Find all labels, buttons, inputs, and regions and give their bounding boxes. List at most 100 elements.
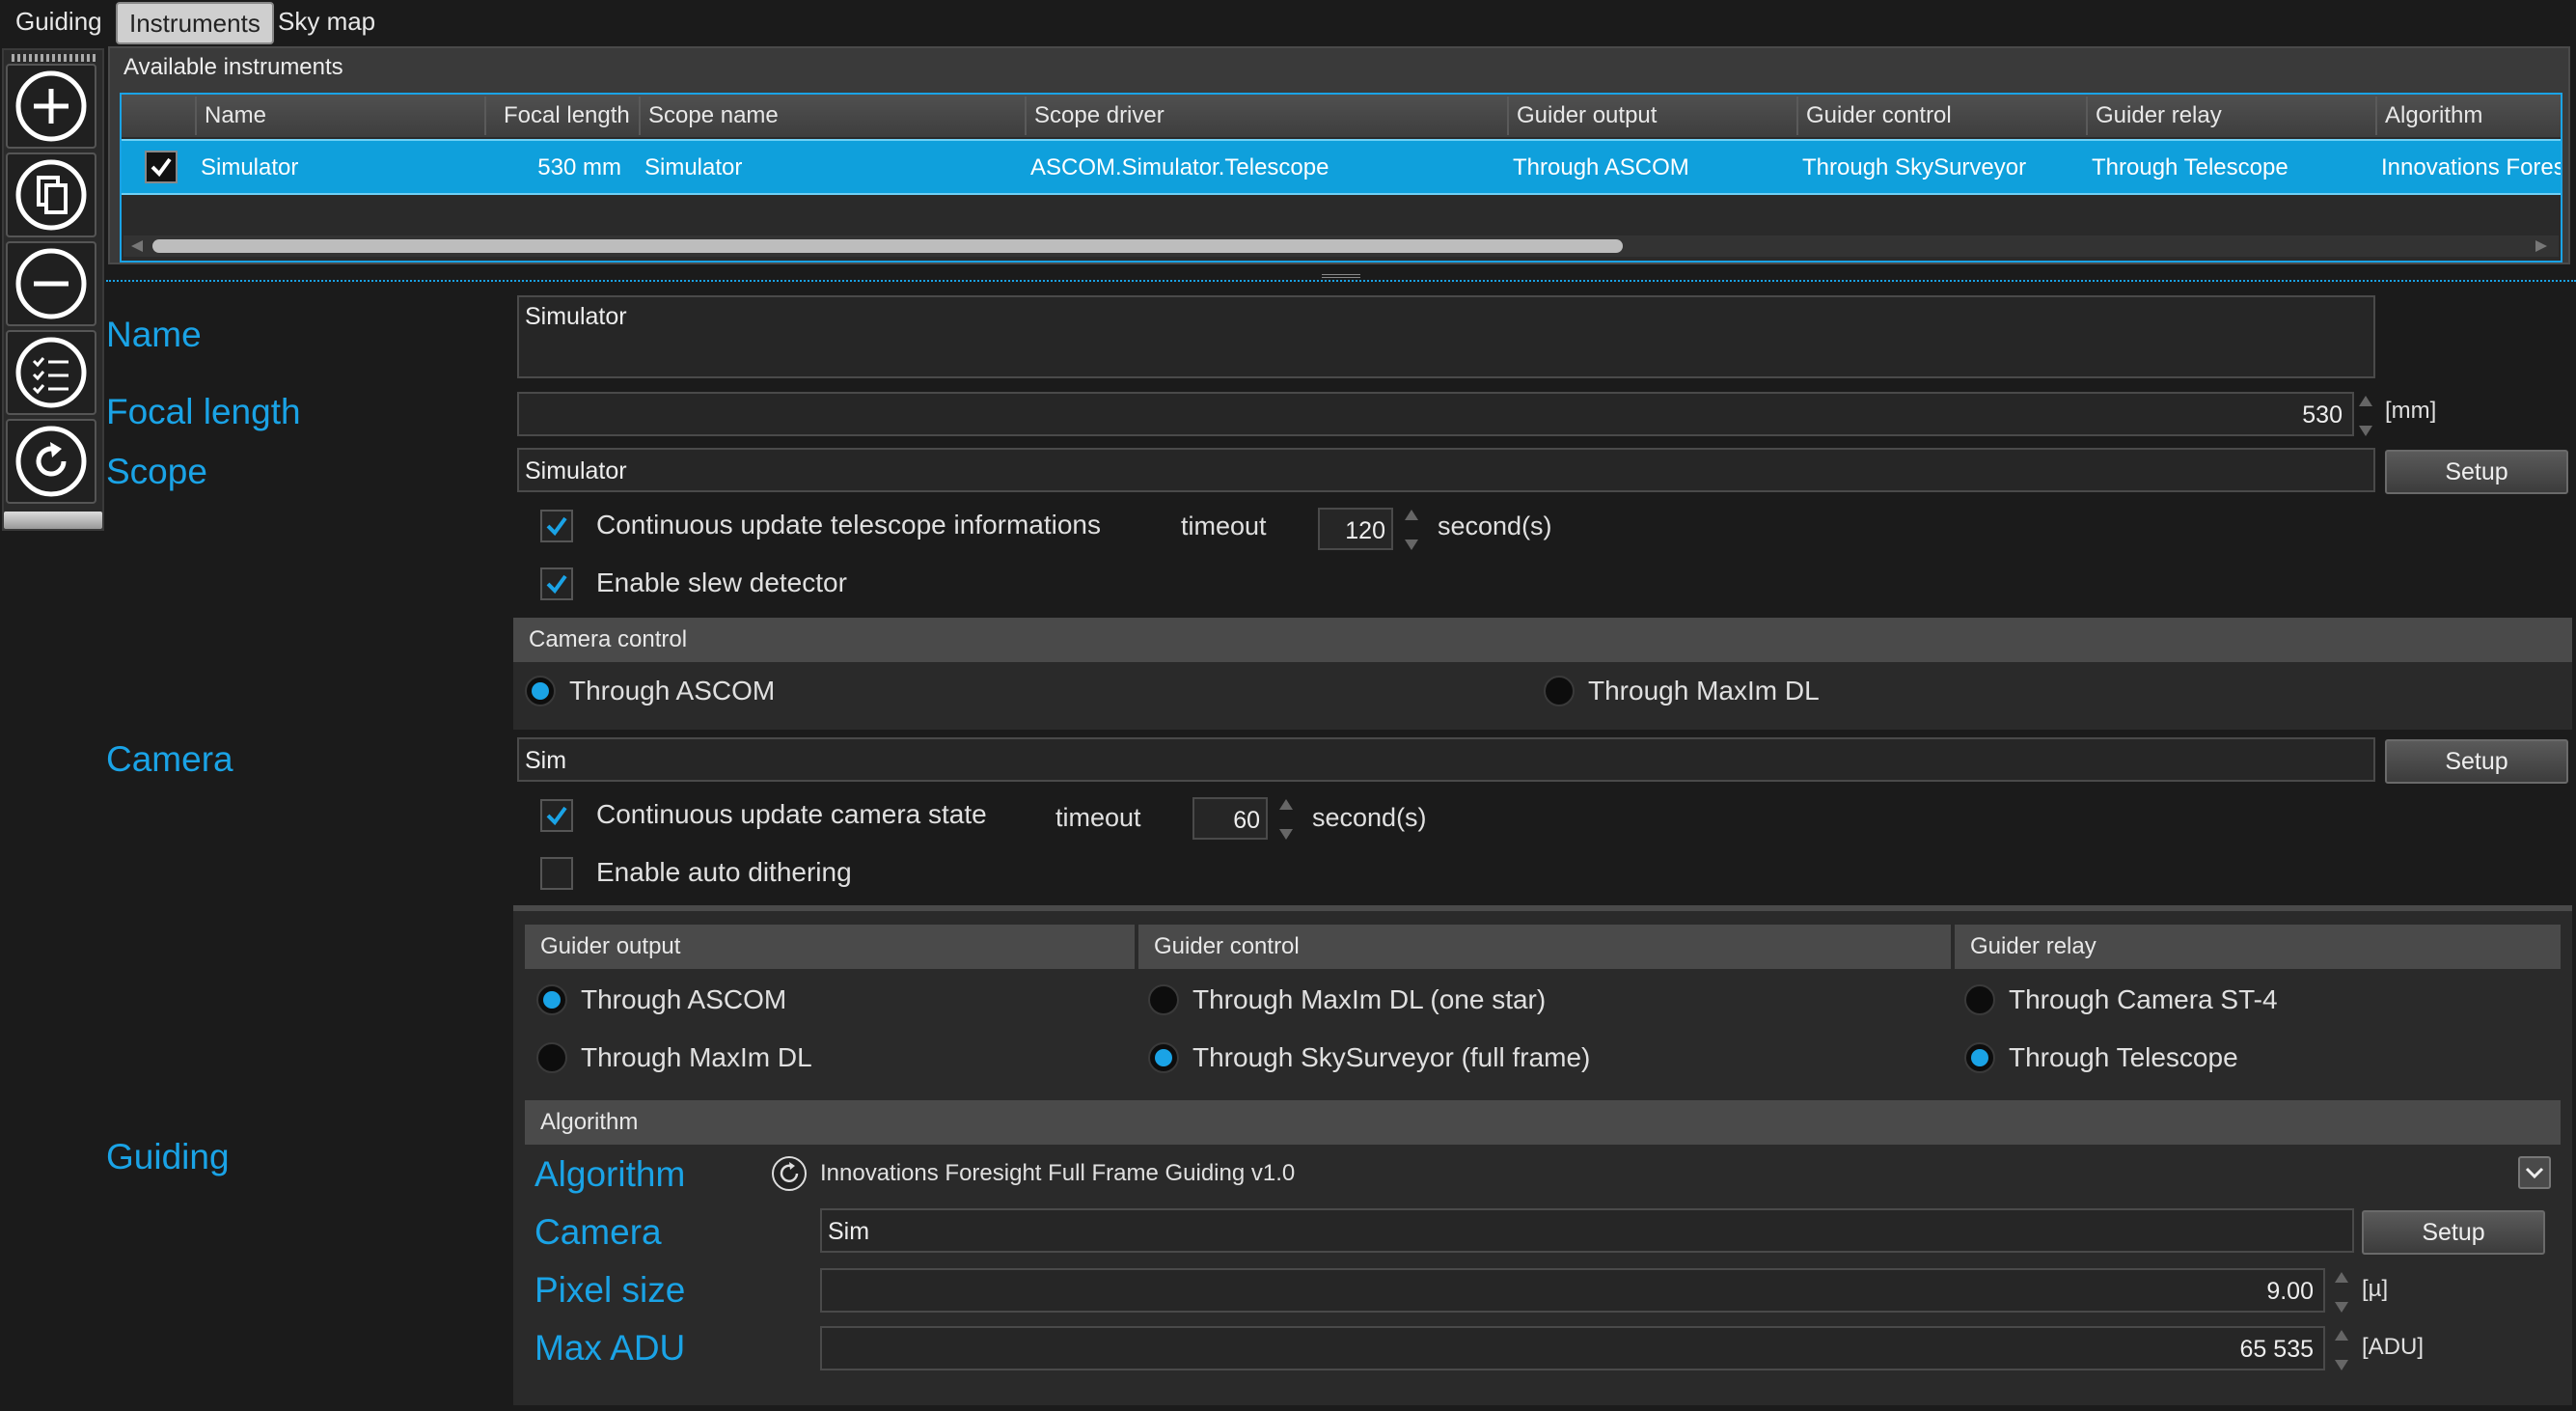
guider-relay-telescope-label: Through Telescope: [2009, 1042, 2238, 1072]
continuous-update-camera-label: Continuous update camera state: [596, 799, 987, 829]
guider-control-skysurveyor-radio[interactable]: [1148, 1042, 1179, 1073]
guider-output-ascom-label: Through ASCOM: [581, 984, 787, 1014]
scope-setup-button[interactable]: Setup: [2385, 450, 2568, 494]
column-header-guider-control[interactable]: Guider control: [1796, 97, 2086, 135]
row-enabled-checkbox[interactable]: [145, 151, 178, 183]
algorithm-header: Algorithm: [525, 1100, 2561, 1145]
guider-control-skysurveyor-label: Through SkySurveyor (full frame): [1192, 1042, 1591, 1072]
guider-relay-header: Guider relay: [1955, 925, 2561, 969]
focal-length-label: Focal length: [106, 392, 301, 431]
column-header-scope-driver[interactable]: Scope driver: [1025, 97, 1507, 135]
column-header-algorithm[interactable]: Algorithm: [2375, 97, 2561, 135]
checkmark-icon: [151, 157, 172, 178]
continuous-update-telescope-label: Continuous update telescope informations: [596, 510, 1102, 540]
focal-length-stepper[interactable]: [2357, 396, 2374, 436]
checkmark-icon: [546, 806, 567, 826]
scroll-thumb[interactable]: [152, 239, 1623, 253]
camera-control-ascom-radio[interactable]: [525, 676, 556, 706]
scope-field[interactable]: Simulator: [517, 448, 2375, 492]
pixel-size-stepper[interactable]: [2333, 1272, 2350, 1313]
camera-control-maxim-radio[interactable]: [1544, 676, 1575, 706]
pixel-size-field[interactable]: 9.00: [820, 1268, 2325, 1313]
column-header-name[interactable]: Name: [195, 97, 484, 135]
scroll-left-arrow[interactable]: [131, 240, 143, 252]
cell-algorithm: Innovations Fores: [2381, 154, 2561, 180]
max-adu-label: Max ADU: [534, 1328, 686, 1368]
camera-timeout-field[interactable]: 60: [1192, 797, 1268, 840]
max-adu-stepper[interactable]: [2333, 1330, 2350, 1370]
toolbar-scroll[interactable]: [4, 512, 102, 529]
camera-control-maxim-label: Through MaxIm DL: [1588, 676, 1820, 706]
guider-output-maxim-label: Through MaxIm DL: [581, 1042, 812, 1072]
max-adu-field[interactable]: 65 535: [820, 1326, 2325, 1370]
camera-timeout-stepper[interactable]: [1277, 799, 1295, 840]
cell-guider-output: Through ASCOM: [1513, 154, 1689, 180]
camera-timeout-unit: second(s): [1312, 803, 1427, 832]
algorithm-label: Algorithm: [534, 1154, 686, 1194]
plus-circle-icon: [15, 70, 87, 142]
copy-instrument-button[interactable]: [6, 152, 96, 237]
checklist-icon: [15, 337, 87, 408]
chevron-down-icon[interactable]: [2518, 1156, 2551, 1189]
focal-length-field[interactable]: 530: [517, 392, 2354, 436]
guider-output-header: Guider output: [525, 925, 1135, 969]
tab-instruments[interactable]: Instruments: [116, 2, 274, 44]
name-field[interactable]: Simulator: [517, 295, 2375, 378]
tab-sky-map[interactable]: Sky map: [266, 2, 387, 41]
cell-scope-driver: ASCOM.Simulator.Telescope: [1030, 154, 1329, 180]
telescope-timeout-field[interactable]: 120: [1318, 508, 1393, 550]
refresh-button[interactable]: [6, 419, 96, 504]
telescope-timeout-label: timeout: [1181, 512, 1267, 540]
tab-guiding[interactable]: Guiding: [4, 2, 114, 41]
telescope-timeout-unit: second(s): [1438, 512, 1552, 540]
splitter-grip[interactable]: [1322, 274, 1360, 278]
guider-relay-st4-radio[interactable]: [1964, 984, 1995, 1015]
guider-output-maxim-radio[interactable]: [536, 1042, 567, 1073]
name-label: Name: [106, 315, 202, 354]
camera-timeout-label: timeout: [1055, 803, 1141, 832]
auto-dithering-label: Enable auto dithering: [596, 857, 852, 887]
toolbar-grip: [12, 54, 96, 62]
remove-instrument-button[interactable]: [6, 241, 96, 326]
cell-scope-name: Simulator: [644, 154, 743, 180]
guider-control-maxim-radio[interactable]: [1148, 984, 1179, 1015]
slew-detector-checkbox[interactable]: [540, 567, 573, 600]
guider-relay-telescope-radio[interactable]: [1964, 1042, 1995, 1073]
scroll-right-arrow[interactable]: [2535, 240, 2547, 252]
algorithm-select[interactable]: Innovations Foresight Full Frame Guiding…: [768, 1152, 2555, 1197]
column-header-scope-name[interactable]: Scope name: [639, 97, 1025, 135]
column-header-guider-output[interactable]: Guider output: [1507, 97, 1796, 135]
column-header-focal-length[interactable]: Focal length: [484, 97, 637, 135]
instruments-header: Available instruments: [123, 54, 343, 80]
cell-name: Simulator: [201, 154, 299, 180]
cell-guider-relay: Through Telescope: [2092, 154, 2288, 180]
guiding-camera-setup-button[interactable]: Setup: [2362, 1210, 2545, 1255]
continuous-update-telescope-checkbox[interactable]: [540, 510, 573, 542]
checkmark-icon: [546, 574, 567, 595]
algorithm-refresh-icon: [772, 1156, 807, 1191]
guider-control-maxim-label: Through MaxIm DL (one star): [1192, 984, 1547, 1014]
pixel-size-label: Pixel size: [534, 1270, 686, 1310]
scope-label: Scope: [106, 452, 207, 491]
guider-output-ascom-radio[interactable]: [536, 984, 567, 1015]
copy-icon: [15, 159, 87, 231]
continuous-update-camera-checkbox[interactable]: [540, 799, 573, 832]
camera-label: Camera: [106, 739, 233, 779]
slew-detector-label: Enable slew detector: [596, 567, 847, 597]
algorithm-value: Innovations Foresight Full Frame Guiding…: [820, 1160, 1296, 1186]
telescope-timeout-stepper[interactable]: [1403, 510, 1420, 550]
camera-setup-button[interactable]: Setup: [2385, 739, 2568, 784]
checklist-button[interactable]: [6, 330, 96, 415]
cell-focal-length: 530 mm: [537, 154, 621, 180]
cell-guider-control: Through SkySurveyor: [1802, 154, 2027, 180]
add-instrument-button[interactable]: [6, 64, 96, 149]
camera-field[interactable]: Sim: [517, 737, 2375, 782]
camera-control-ascom-label: Through ASCOM: [569, 676, 776, 706]
guiding-camera-label: Camera: [534, 1212, 662, 1252]
splitter[interactable]: [106, 280, 2576, 282]
guider-control-header: Guider control: [1138, 925, 1951, 969]
auto-dithering-checkbox[interactable]: [540, 857, 573, 890]
column-header-guider-relay[interactable]: Guider relay: [2086, 97, 2375, 135]
horizontal-scrollbar[interactable]: [123, 235, 2559, 257]
guiding-camera-field[interactable]: Sim: [820, 1208, 2354, 1253]
